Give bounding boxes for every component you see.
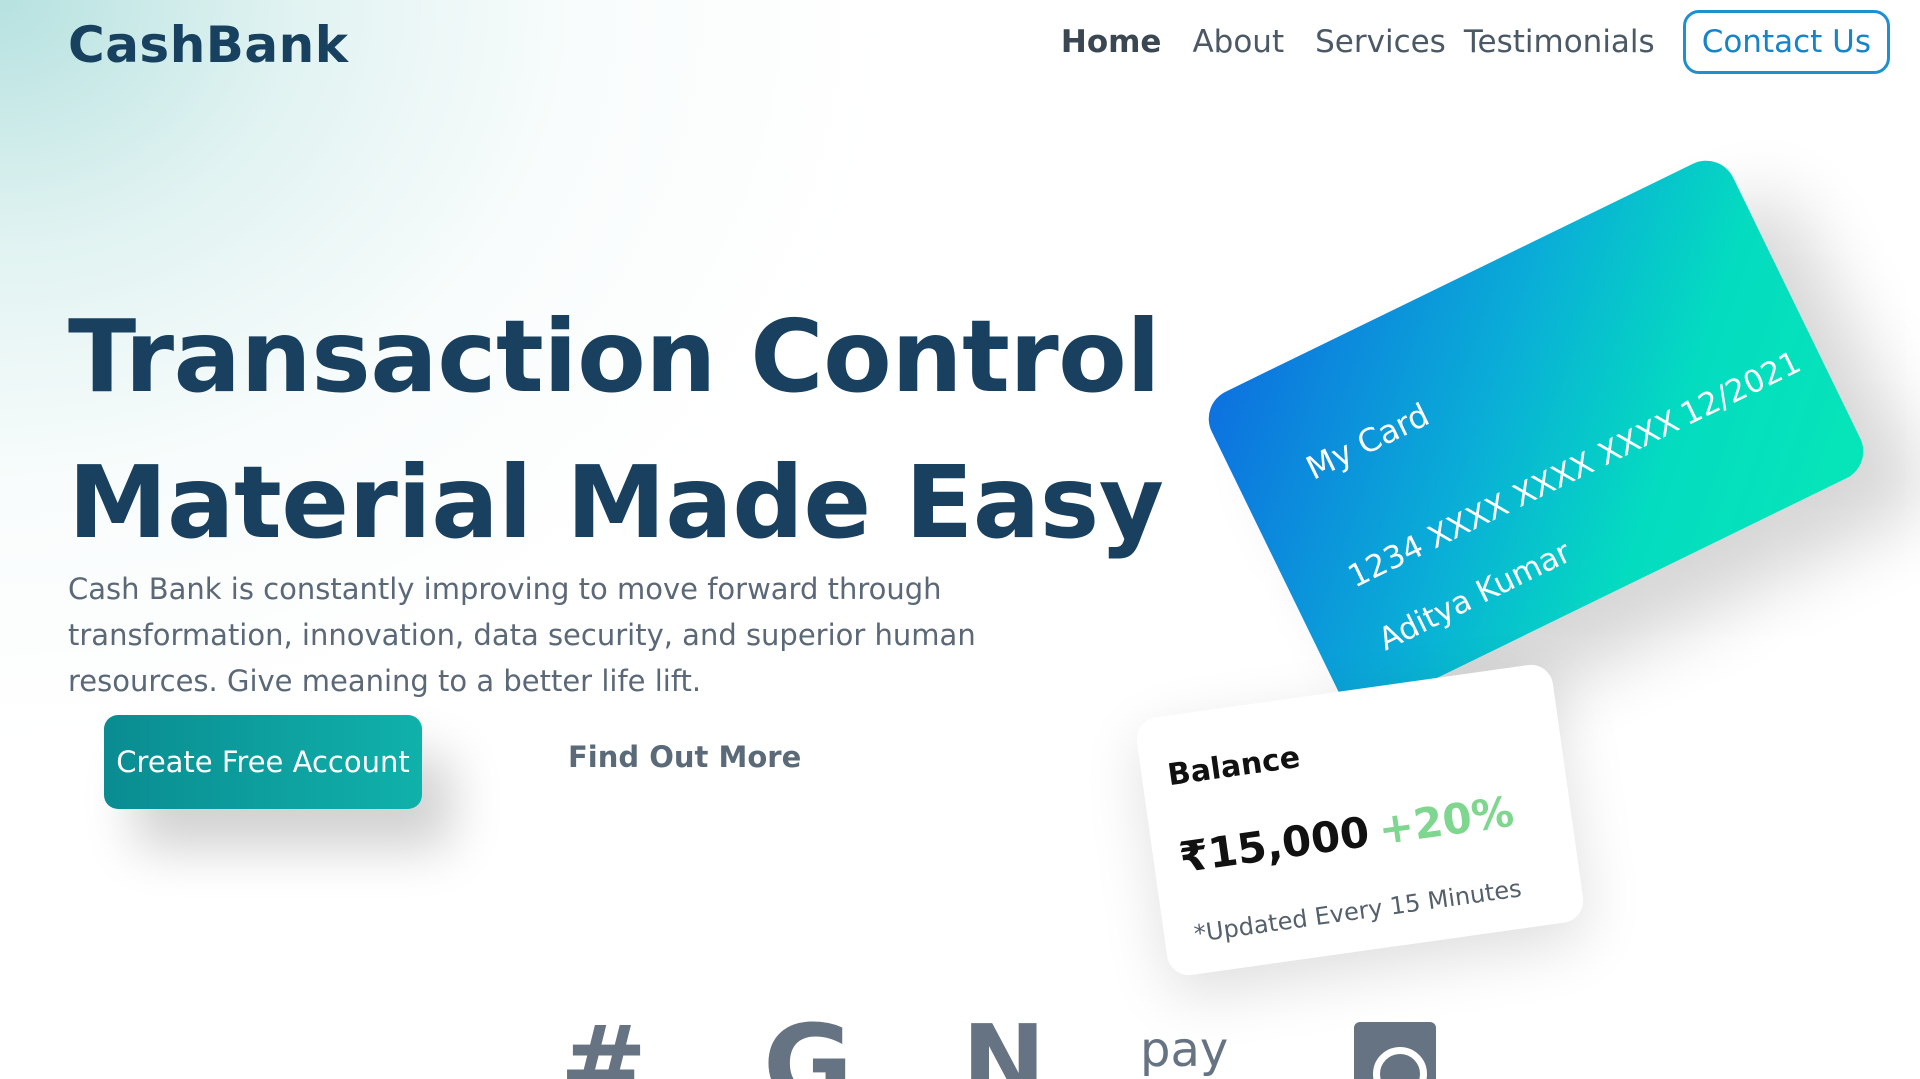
bank-card: My Card 1234 XXXX XXXX XXXX 12/2021 Adit…	[1198, 150, 1874, 720]
nav-home[interactable]: Home	[1061, 24, 1162, 60]
nav-about[interactable]: About	[1192, 24, 1284, 60]
n-logo-icon: N	[962, 1003, 1046, 1079]
balance-change: +20%	[1375, 786, 1517, 855]
main-nav: Home About Services Testimonials Contact…	[1061, 10, 1890, 74]
nav-testimonials[interactable]: Testimonials	[1464, 24, 1655, 60]
find-out-more-link[interactable]: Find Out More	[568, 740, 801, 774]
card-expiry: 12/2021	[1674, 344, 1807, 433]
contact-us-button[interactable]: Contact Us	[1682, 10, 1890, 74]
balance-amount: ₹15,000	[1176, 807, 1373, 883]
balance-card: Balance ₹15,000+20% *Updated Every 15 Mi…	[1133, 662, 1587, 978]
hero-title: Transaction Control Material Made Easy	[68, 284, 1164, 576]
nav-services[interactable]: Services	[1315, 24, 1446, 60]
square-logo-icon	[1354, 1022, 1436, 1079]
hero-title-line-2: Material Made Easy	[68, 444, 1164, 561]
pay-logo-icon: pay	[1140, 1022, 1229, 1078]
balance-amount-row: ₹15,000+20%	[1176, 787, 1517, 882]
balance-title: Balance	[1165, 739, 1303, 794]
hero-description: Cash Bank is constantly improving to mov…	[68, 572, 976, 698]
google-g-icon: G	[763, 1001, 854, 1079]
create-free-account-button[interactable]: Create Free Account	[104, 715, 422, 809]
brand-logo[interactable]: CashBank	[68, 16, 349, 74]
card-label: My Card	[1300, 395, 1436, 488]
hero-title-line-1: Transaction Control	[68, 298, 1161, 415]
balance-update-note: *Updated Every 15 Minutes	[1192, 874, 1524, 949]
slack-hash-icon: #	[560, 1003, 648, 1079]
